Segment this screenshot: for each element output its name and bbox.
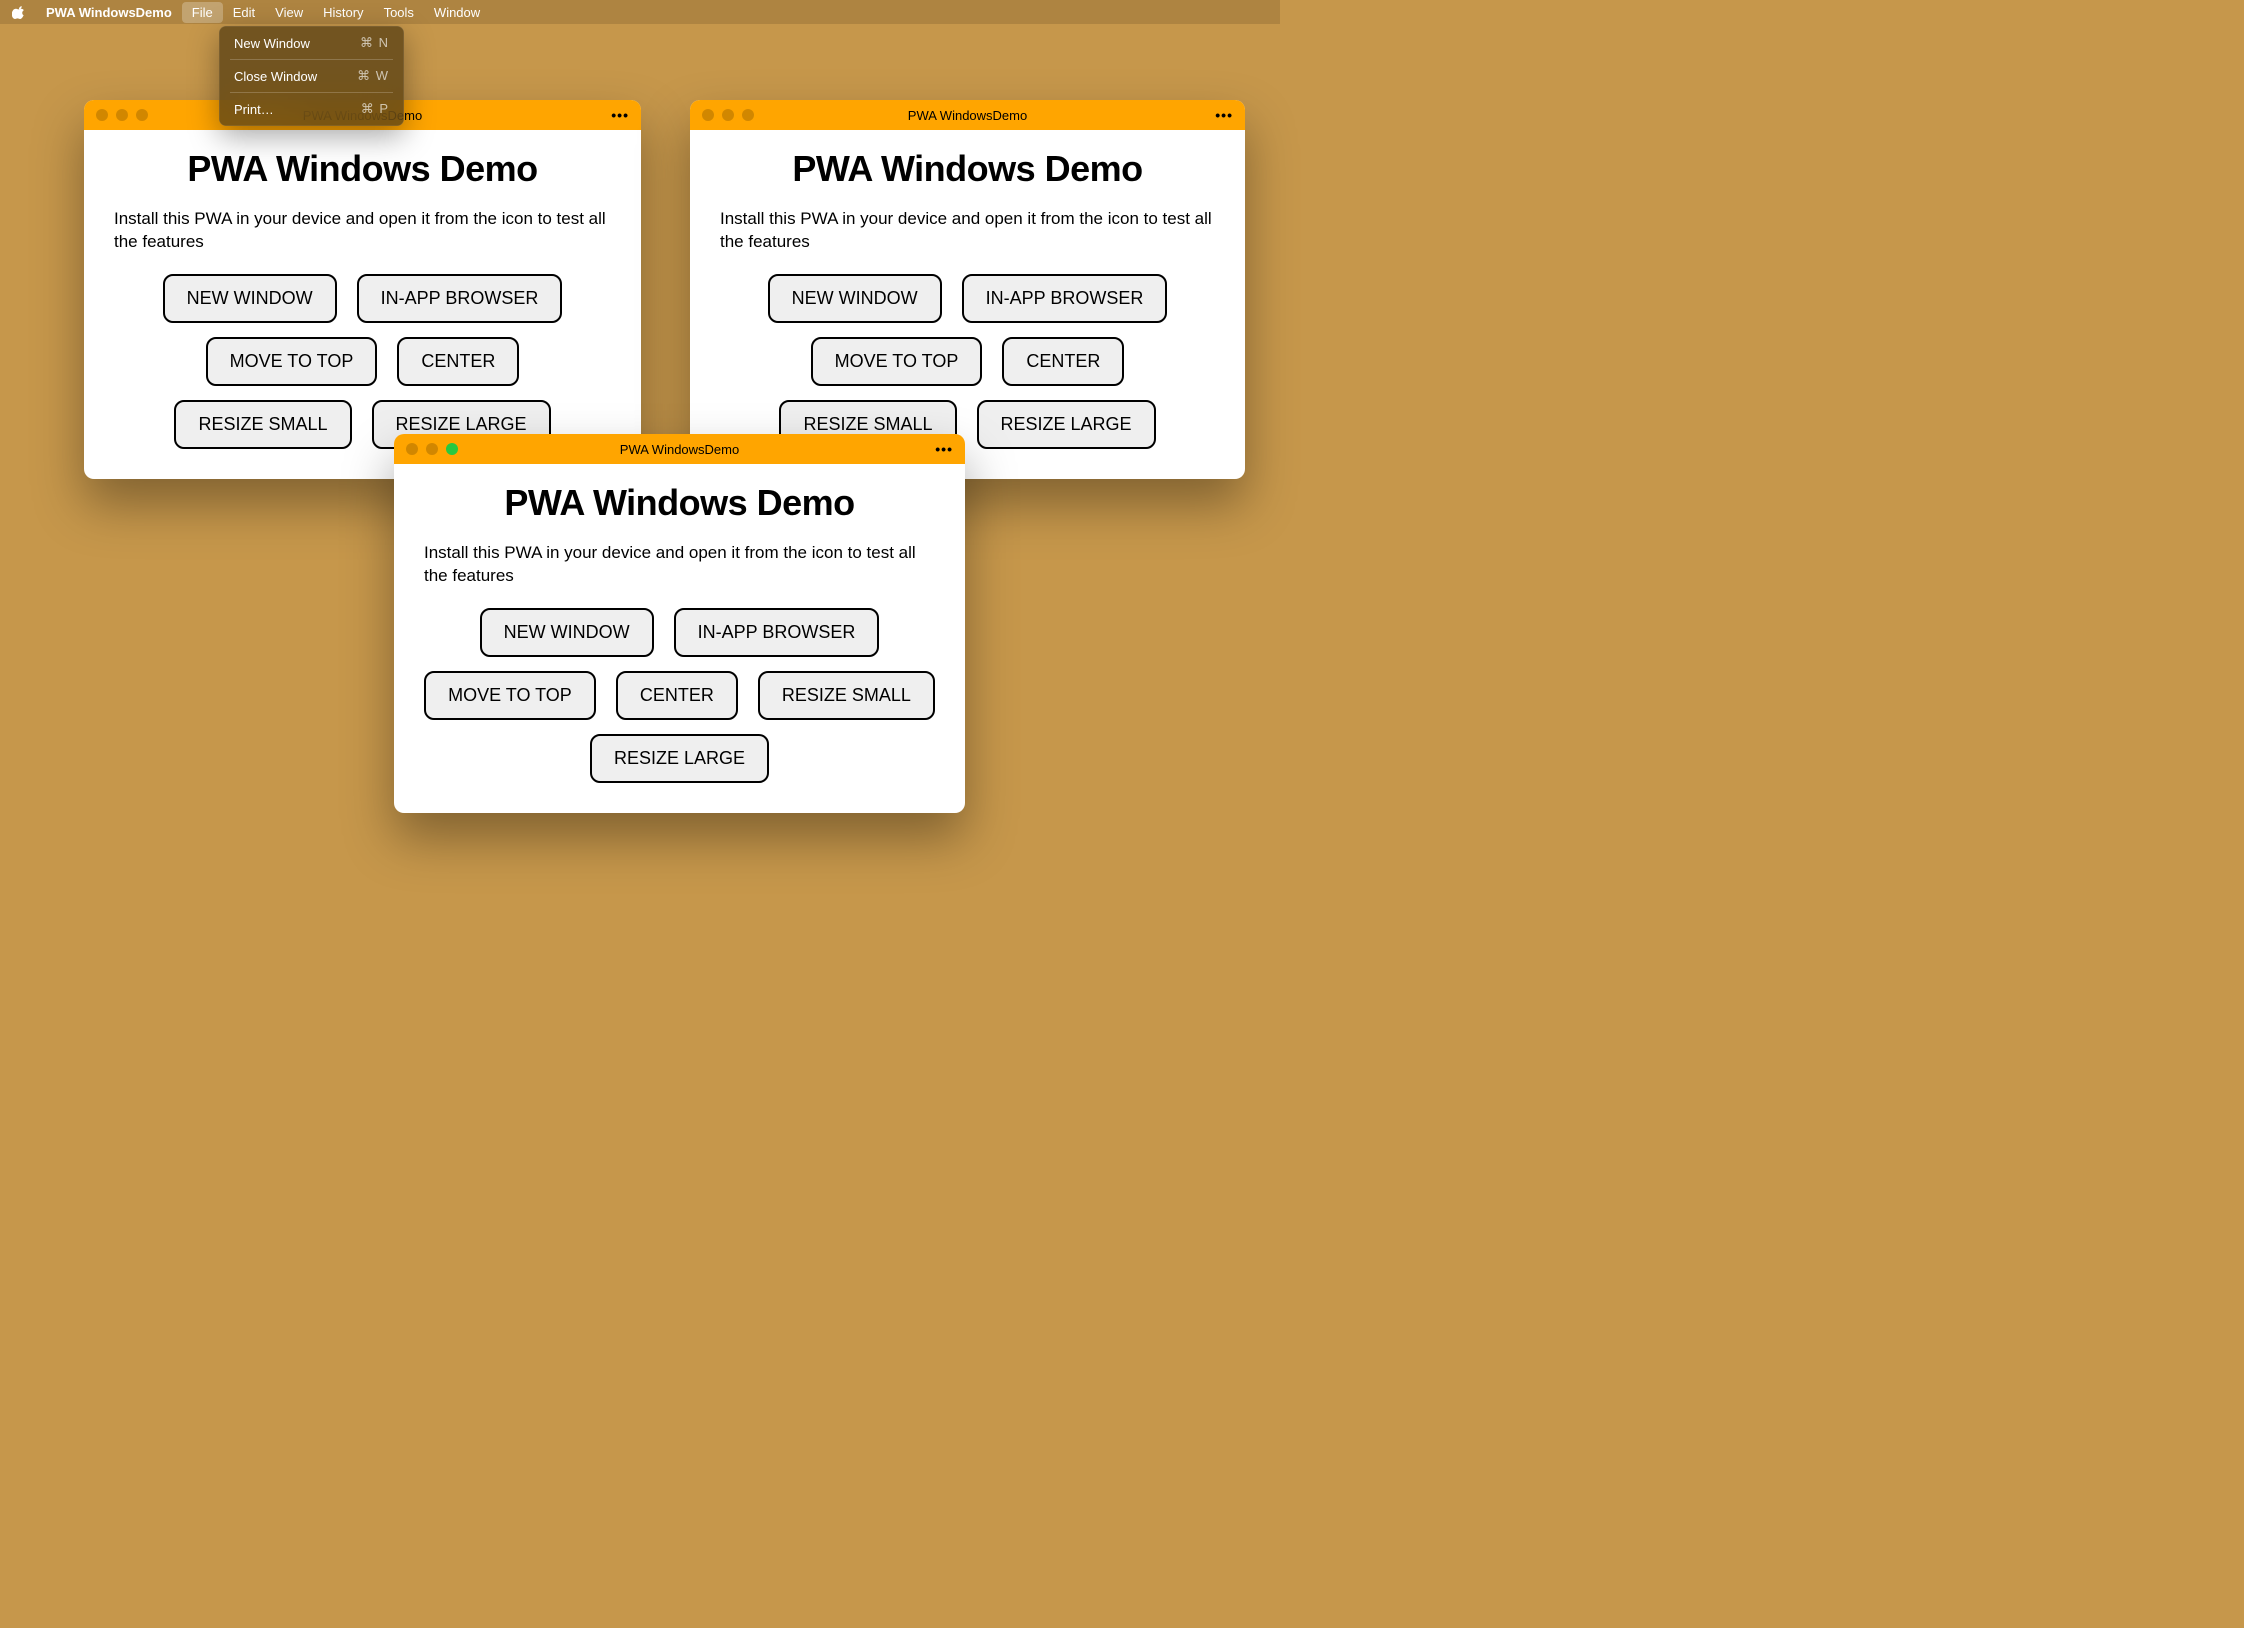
page-description: Install this PWA in your device and open… xyxy=(720,208,1215,254)
file-menu-dropdown: New Window ⌘ N Close Window ⌘ W Print… ⌘… xyxy=(219,26,404,126)
traffic-lights xyxy=(96,109,148,121)
center-button[interactable]: CENTER xyxy=(616,671,738,720)
traffic-lights xyxy=(702,109,754,121)
menu-item-shortcut: ⌘ W xyxy=(357,68,389,84)
window-content: PWA Windows Demo Install this PWA in you… xyxy=(690,130,1245,479)
window-content: PWA Windows Demo Install this PWA in you… xyxy=(84,130,641,479)
resize-large-button[interactable]: RESIZE LARGE xyxy=(977,400,1156,449)
window-title: PWA WindowsDemo xyxy=(394,442,965,457)
app-window-1[interactable]: PWA WindowsDemo ••• PWA Windows Demo Ins… xyxy=(84,100,641,479)
zoom-button[interactable] xyxy=(446,443,458,455)
menu-item-shortcut: ⌘ P xyxy=(361,101,389,117)
titlebar[interactable]: PWA WindowsDemo ••• xyxy=(690,100,1245,130)
menu-print[interactable]: Print… ⌘ P xyxy=(224,97,399,121)
window-content: PWA Windows Demo Install this PWA in you… xyxy=(394,464,965,813)
zoom-button[interactable] xyxy=(742,109,754,121)
close-button[interactable] xyxy=(96,109,108,121)
menu-separator xyxy=(230,92,393,93)
new-window-button[interactable]: NEW WINDOW xyxy=(480,608,654,657)
menubar-item-history[interactable]: History xyxy=(313,2,373,23)
menu-item-label: Print… xyxy=(234,102,274,117)
resize-large-button[interactable]: RESIZE LARGE xyxy=(590,734,769,783)
menubar-item-edit[interactable]: Edit xyxy=(223,2,265,23)
close-button[interactable] xyxy=(702,109,714,121)
move-to-top-button[interactable]: MOVE TO TOP xyxy=(811,337,983,386)
page-description: Install this PWA in your device and open… xyxy=(114,208,611,254)
system-menubar: PWA WindowsDemo File Edit View History T… xyxy=(0,0,1280,24)
menu-item-shortcut: ⌘ N xyxy=(360,35,389,51)
menubar-app-name[interactable]: PWA WindowsDemo xyxy=(36,5,182,20)
window-options-icon[interactable]: ••• xyxy=(611,107,629,123)
center-button[interactable]: CENTER xyxy=(1002,337,1124,386)
page-title: PWA Windows Demo xyxy=(114,148,611,190)
menu-separator xyxy=(230,59,393,60)
menubar-item-window[interactable]: Window xyxy=(424,2,490,23)
minimize-button[interactable] xyxy=(116,109,128,121)
menu-new-window[interactable]: New Window ⌘ N xyxy=(224,31,399,55)
window-options-icon[interactable]: ••• xyxy=(935,441,953,457)
new-window-button[interactable]: NEW WINDOW xyxy=(163,274,337,323)
app-window-2[interactable]: PWA WindowsDemo ••• PWA Windows Demo Ins… xyxy=(690,100,1245,479)
resize-small-button[interactable]: RESIZE SMALL xyxy=(174,400,351,449)
new-window-button[interactable]: NEW WINDOW xyxy=(768,274,942,323)
center-button[interactable]: CENTER xyxy=(397,337,519,386)
titlebar[interactable]: PWA WindowsDemo ••• xyxy=(394,434,965,464)
in-app-browser-button[interactable]: IN-APP BROWSER xyxy=(962,274,1168,323)
page-description: Install this PWA in your device and open… xyxy=(424,542,935,588)
window-options-icon[interactable]: ••• xyxy=(1215,107,1233,123)
page-title: PWA Windows Demo xyxy=(720,148,1215,190)
traffic-lights xyxy=(406,443,458,455)
menu-item-label: Close Window xyxy=(234,69,317,84)
menubar-item-file[interactable]: File xyxy=(182,2,223,23)
minimize-button[interactable] xyxy=(722,109,734,121)
menubar-item-view[interactable]: View xyxy=(265,2,313,23)
menu-close-window[interactable]: Close Window ⌘ W xyxy=(224,64,399,88)
menu-item-label: New Window xyxy=(234,36,310,51)
button-grid: NEW WINDOW IN-APP BROWSER MOVE TO TOP CE… xyxy=(720,274,1215,449)
window-title: PWA WindowsDemo xyxy=(690,108,1245,123)
move-to-top-button[interactable]: MOVE TO TOP xyxy=(424,671,596,720)
app-window-3-active[interactable]: PWA WindowsDemo ••• PWA Windows Demo Ins… xyxy=(394,434,965,813)
button-grid: NEW WINDOW IN-APP BROWSER MOVE TO TOP CE… xyxy=(114,274,611,449)
apple-icon[interactable] xyxy=(12,5,26,19)
zoom-button[interactable] xyxy=(136,109,148,121)
move-to-top-button[interactable]: MOVE TO TOP xyxy=(206,337,378,386)
minimize-button[interactable] xyxy=(426,443,438,455)
close-button[interactable] xyxy=(406,443,418,455)
menubar-item-tools[interactable]: Tools xyxy=(374,2,424,23)
in-app-browser-button[interactable]: IN-APP BROWSER xyxy=(357,274,563,323)
page-title: PWA Windows Demo xyxy=(424,482,935,524)
in-app-browser-button[interactable]: IN-APP BROWSER xyxy=(674,608,880,657)
button-grid: NEW WINDOW IN-APP BROWSER MOVE TO TOP CE… xyxy=(424,608,935,783)
resize-small-button[interactable]: RESIZE SMALL xyxy=(758,671,935,720)
